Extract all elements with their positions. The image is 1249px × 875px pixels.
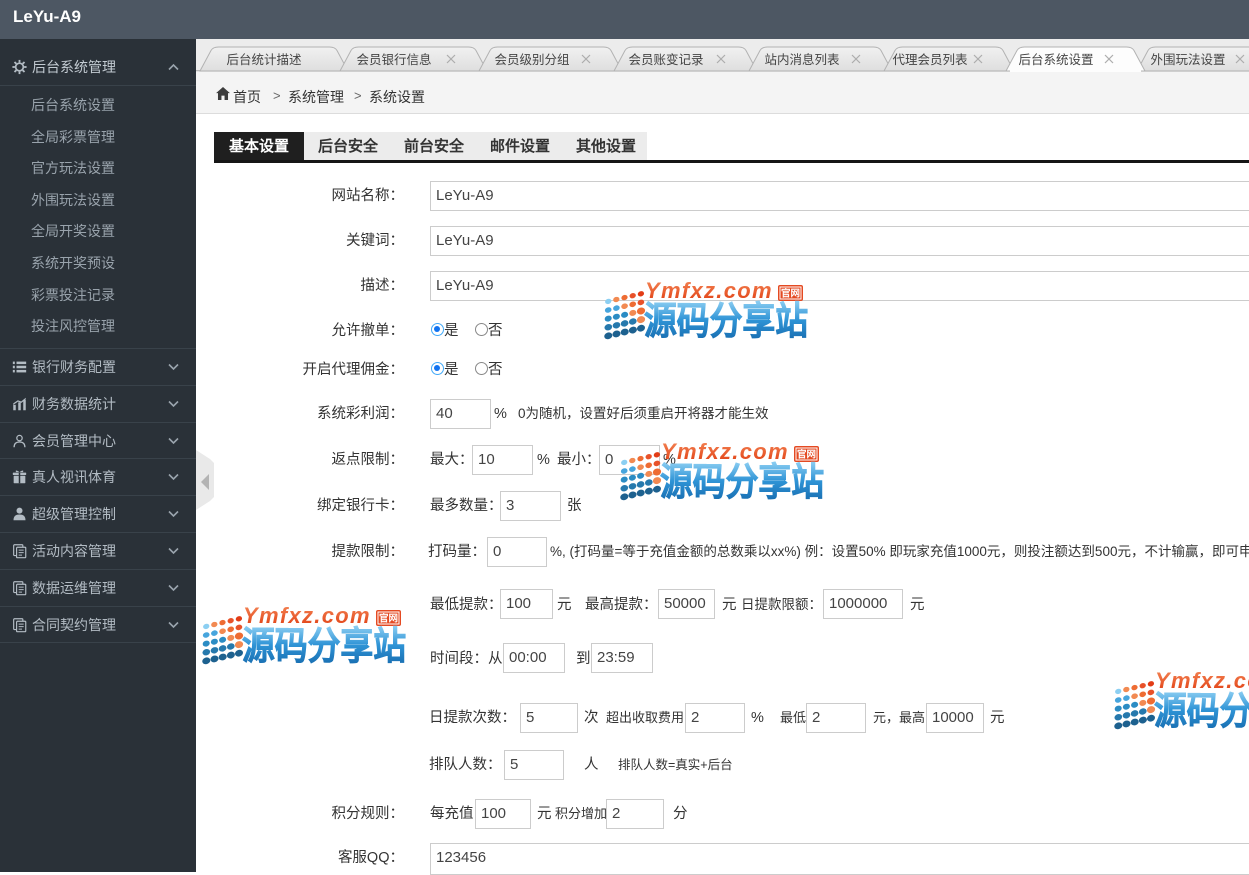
svg-text:后台系统设置: 后台系统设置 bbox=[1018, 52, 1093, 67]
svg-text:源码分享站: 源码分享站 bbox=[644, 301, 808, 340]
svg-text:Ymfxz.com: Ymfxz.com bbox=[1155, 672, 1249, 693]
svg-text:会员账变记录: 会员账变记录 bbox=[628, 52, 703, 67]
svg-text:官网: 官网 bbox=[379, 613, 398, 625]
svg-text:会员级别分组: 会员级别分组 bbox=[494, 53, 569, 67]
svg-text:源码分享站: 源码分享站 bbox=[1154, 691, 1249, 730]
svg-text:官网: 官网 bbox=[797, 449, 816, 461]
svg-text:官网: 官网 bbox=[781, 288, 800, 300]
svg-text:会员银行信息: 会员银行信息 bbox=[356, 52, 431, 67]
svg-text:站内消息列表: 站内消息列表 bbox=[764, 52, 840, 67]
svg-text:源码分享站: 源码分享站 bbox=[660, 462, 824, 501]
svg-text:代理会员列表: 代理会员列表 bbox=[892, 53, 968, 67]
svg-text:源码分享站: 源码分享站 bbox=[242, 626, 406, 665]
svg-text:外围玩法设置: 外围玩法设置 bbox=[1150, 52, 1225, 67]
svg-text:Ymfxz.com: Ymfxz.com bbox=[661, 443, 789, 464]
svg-text:后台统计描述: 后台统计描述 bbox=[226, 52, 302, 67]
svg-text:Ymfxz.com: Ymfxz.com bbox=[243, 607, 371, 628]
svg-text:Ymfxz.com: Ymfxz.com bbox=[645, 282, 773, 303]
